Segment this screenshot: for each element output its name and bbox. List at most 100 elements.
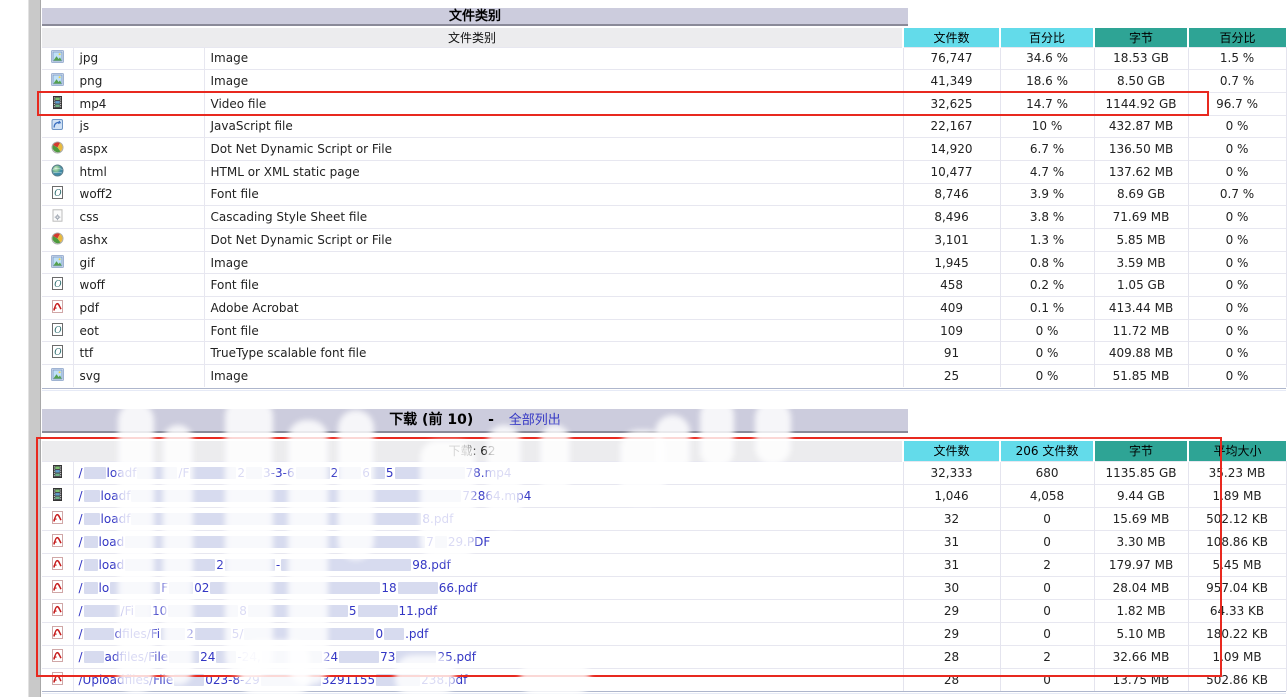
download-url-link[interactable]: //Fi108511.pdf xyxy=(73,599,903,622)
bytes-percent: 1.5 % xyxy=(1188,47,1286,70)
bytes-value: 1135.85 GB xyxy=(1094,461,1188,484)
table-row: mp4Video file32,62514.7 %1144.92 GB96.7 … xyxy=(42,92,1286,115)
files-count: 28 xyxy=(903,645,1000,668)
average-size: 1.09 MB xyxy=(1188,645,1286,668)
average-size: 35.23 MB xyxy=(1188,461,1286,484)
average-size: 502.12 KB xyxy=(1188,507,1286,530)
font-icon: O xyxy=(51,186,64,199)
url-fragment: lo xyxy=(99,581,110,595)
downloads-header-row: 下载: 62 文件数 206 文件数 字节 平均大小 xyxy=(42,441,1286,461)
file-extension: woff2 xyxy=(73,183,204,206)
download-url-link[interactable]: /load729.PDF xyxy=(73,530,903,553)
url-fragment: 5 xyxy=(386,466,394,480)
download-url-link[interactable]: /dfiles/Fi25/0.pdf xyxy=(73,622,903,645)
column-header-files: 文件数 xyxy=(903,441,1000,461)
image-icon xyxy=(51,255,64,268)
file-description: Video file xyxy=(204,92,903,115)
download-url-link[interactable]: /loadf8.pdf xyxy=(73,507,903,530)
files-count: 8,746 xyxy=(903,183,1000,206)
files-count: 29 xyxy=(903,599,1000,622)
censor-block xyxy=(84,605,120,617)
censor-block xyxy=(398,582,438,594)
icon-cell xyxy=(42,251,73,274)
download-url-link[interactable]: /loadf72864.mp4 xyxy=(73,484,903,507)
url-fragment: 3-3-6 xyxy=(263,466,295,480)
bytes-value: 5.85 MB xyxy=(1094,229,1188,252)
full-list-link[interactable]: 全部列出 xyxy=(509,413,561,428)
files-percent: 14.7 % xyxy=(1000,92,1094,115)
bytes-value: 32.66 MB xyxy=(1094,645,1188,668)
files-percent: 10 % xyxy=(1000,115,1094,138)
download-url-link[interactable]: /loF021866.pdf xyxy=(73,576,903,599)
table-row: /loadf72864.mp41,0464,0589.44 GB1.89 MB xyxy=(42,484,1286,507)
table-row: /loadf/F23-3-626578.mp432,3336801135.85 … xyxy=(42,461,1286,484)
files-count: 28 xyxy=(903,668,1000,691)
bytes-value: 71.69 MB xyxy=(1094,206,1188,229)
bytes-value: 11.72 MB xyxy=(1094,319,1188,342)
download-url-link[interactable]: /load2-98.pdf xyxy=(73,553,903,576)
censor-block xyxy=(84,651,104,663)
svg-text:O: O xyxy=(54,325,62,335)
table-row: /loF021866.pdf30028.04 MB957.04 KB xyxy=(42,576,1286,599)
table-row: /load729.PDF3103.30 MB108.86 KB xyxy=(42,530,1286,553)
file-description: Dot Net Dynamic Script or File xyxy=(204,229,903,252)
url-fragment: / xyxy=(79,581,83,595)
download-url-link[interactable]: /adfiles/File24-24,247325.pdf xyxy=(73,645,903,668)
files-count: 76,747 xyxy=(903,47,1000,70)
icon-cell: O xyxy=(42,274,73,297)
url-fragment: 6 xyxy=(362,466,370,480)
icon-cell xyxy=(42,530,73,553)
files-count: 91 xyxy=(903,342,1000,365)
column-header-average-size: 平均大小 xyxy=(1188,441,1286,461)
download-url-link[interactable]: /loadf/F23-3-626578.mp4 xyxy=(73,461,903,484)
files-percent: 0.8 % xyxy=(1000,251,1094,274)
censor-block xyxy=(210,582,380,594)
dotnet-icon xyxy=(51,141,64,154)
censor-block xyxy=(261,674,321,686)
files-count: 3,101 xyxy=(903,229,1000,252)
table-row: //Fi108511.pdf2901.82 MB64.33 KB xyxy=(42,599,1286,622)
bytes-value: 9.44 GB xyxy=(1094,484,1188,507)
bytes-value: 409.88 MB xyxy=(1094,342,1188,365)
url-fragment: /F xyxy=(178,466,189,480)
url-fragment: 11.pdf xyxy=(399,604,438,618)
pdf-icon xyxy=(51,649,64,662)
files-percent: 0 % xyxy=(1000,319,1094,342)
206-files-count: 0 xyxy=(1000,576,1094,599)
average-size: 502.86 KB xyxy=(1188,668,1286,691)
icon-cell: O xyxy=(42,183,73,206)
bytes-value: 136.50 MB xyxy=(1094,138,1188,161)
bytes-value: 15.69 MB xyxy=(1094,507,1188,530)
column-header-bytes: 字节 xyxy=(1094,28,1188,47)
table-row: pdfAdobe Acrobat4090.1 %413.44 MB0 % xyxy=(42,297,1286,320)
file-extension: png xyxy=(73,70,204,93)
download-url-link[interactable]: /Uploadfiles/File023-8-293291155238.pdf xyxy=(73,668,903,691)
file-description: Image xyxy=(204,70,903,93)
url-fragment: 5/ xyxy=(232,627,244,641)
censor-block xyxy=(131,490,461,502)
files-count: 41,349 xyxy=(903,70,1000,93)
files-count: 31 xyxy=(903,530,1000,553)
average-size: 957.04 KB xyxy=(1188,576,1286,599)
censor-block xyxy=(384,628,404,640)
pdf-icon xyxy=(51,300,64,313)
filetypes-title-text: 文件类别 xyxy=(449,9,501,24)
table-row: /loadf8.pdf32015.69 MB502.12 KB xyxy=(42,507,1286,530)
censor-block xyxy=(296,467,330,479)
url-fragment: 18 xyxy=(381,581,396,595)
pdf-icon xyxy=(51,557,64,570)
url-fragment: / xyxy=(79,512,83,526)
average-size: 1.89 MB xyxy=(1188,484,1286,507)
url-fragment: / xyxy=(79,604,83,618)
files-percent: 3.9 % xyxy=(1000,183,1094,206)
pdf-icon xyxy=(51,580,64,593)
url-fragment: 29.PDF xyxy=(448,535,490,549)
video-icon xyxy=(51,488,64,501)
video-icon xyxy=(51,96,64,109)
font-icon: O xyxy=(51,277,64,290)
file-extension: html xyxy=(73,160,204,183)
file-description: JavaScript file xyxy=(204,115,903,138)
column-header-bytes: 字节 xyxy=(1094,441,1188,461)
icon-cell xyxy=(42,365,73,388)
censor-block xyxy=(110,582,160,594)
